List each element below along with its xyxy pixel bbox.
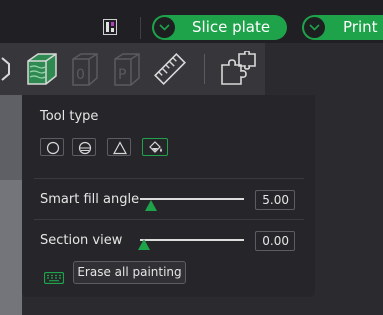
assembly-puzzle-icon[interactable] — [219, 50, 257, 91]
keyboard-icon[interactable] — [43, 269, 65, 288]
section-view-slider[interactable] — [140, 239, 244, 241]
ruler-icon[interactable] — [153, 52, 187, 90]
svg-text:0: 0 — [76, 67, 85, 83]
section-view-slider-thumb[interactable] — [138, 239, 150, 250]
slice-dropdown-chevron-icon[interactable] — [154, 17, 175, 38]
sphere-brush-icon — [78, 141, 92, 155]
slice-plate-label: Slice plate — [192, 18, 271, 36]
circle-brush-button[interactable] — [40, 138, 64, 156]
tool-type-label: Tool type — [40, 109, 99, 124]
divider — [34, 219, 304, 220]
filament-0-icon[interactable]: 0 — [67, 53, 99, 91]
print-plate-label: Print p — [343, 18, 383, 36]
section-view-label: Section view — [40, 233, 123, 248]
toolbar-divider — [204, 54, 205, 84]
fill-bucket-button[interactable] — [142, 138, 168, 156]
divider — [34, 178, 304, 179]
smart-fill-angle-slider-thumb[interactable] — [145, 200, 157, 211]
layer-paint-icon[interactable] — [24, 51, 60, 91]
print-dropdown-chevron-icon[interactable] — [304, 17, 325, 38]
filament-p-icon[interactable]: P — [109, 53, 141, 91]
smart-fill-angle-value[interactable]: 5.00 — [255, 190, 295, 210]
circle-brush-icon — [46, 141, 60, 155]
smart-fill-angle-label: Smart fill angle — [40, 192, 140, 207]
layout-icon[interactable] — [103, 19, 117, 35]
sphere-brush-button[interactable] — [72, 138, 96, 156]
triangle-brush-icon — [113, 141, 127, 155]
toolbar-divider — [140, 17, 141, 39]
axis-icon[interactable] — [0, 48, 14, 92]
3d-viewport-object — [0, 180, 22, 315]
erase-all-painting-button[interactable]: Erase all painting — [73, 261, 186, 284]
print-plate-button[interactable]: Print p — [302, 15, 383, 40]
section-view-value[interactable]: 0.00 — [255, 231, 295, 251]
slice-plate-button[interactable]: Slice plate — [152, 15, 287, 40]
gizmo-toolbar: 0 P — [0, 43, 265, 95]
paint-tool-panel: Tool type Smart fill angle 5.00 Section … — [22, 95, 315, 297]
fill-bucket-icon — [149, 141, 162, 153]
top-toolbar: Slice plate Print p — [0, 0, 383, 43]
triangle-brush-button[interactable] — [107, 138, 131, 156]
svg-text:P: P — [118, 67, 126, 83]
